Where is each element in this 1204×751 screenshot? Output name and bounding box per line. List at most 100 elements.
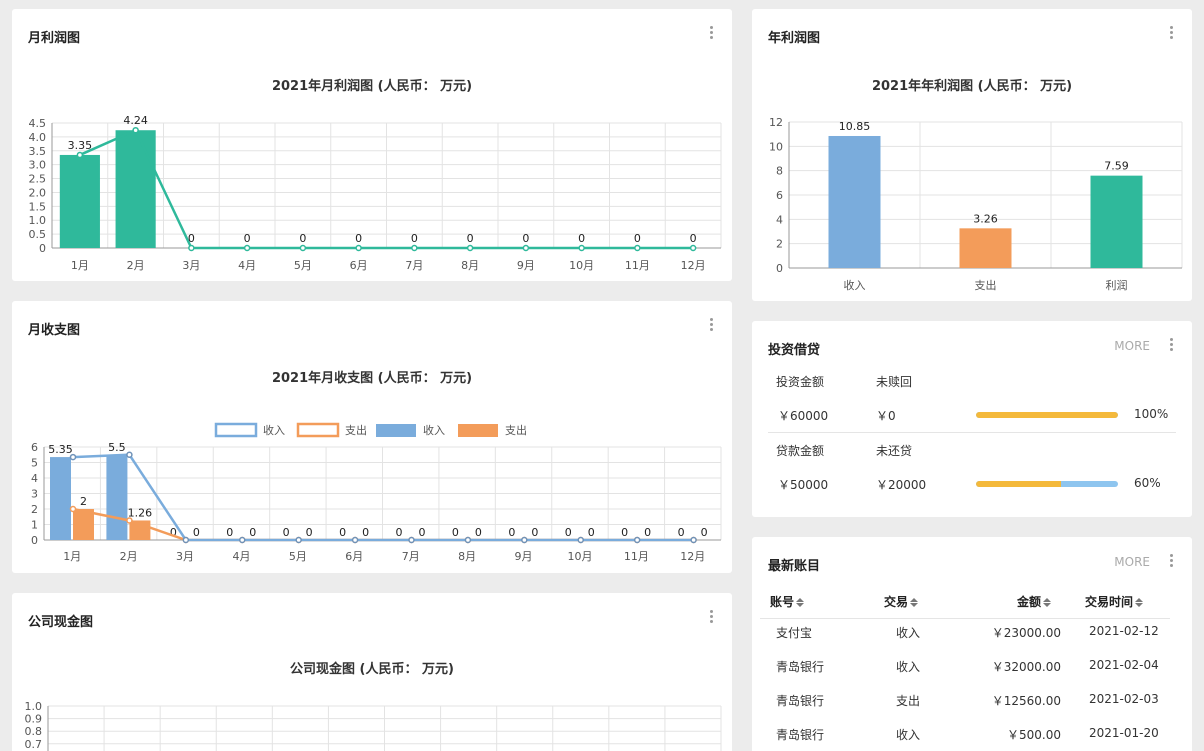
data-label: 7.59 (1104, 160, 1129, 173)
y-tick-label: 1 (31, 519, 38, 532)
line-point (182, 536, 190, 544)
y-tick-label: 0.5 (29, 228, 47, 241)
loan-progress-fill (976, 481, 1062, 487)
divider (768, 432, 1176, 433)
line-point (522, 244, 530, 252)
x-tick-label: 3月 (182, 259, 200, 272)
data-label: 0 (690, 232, 697, 245)
bar (115, 130, 156, 248)
x-tick-label: 12月 (680, 550, 705, 563)
cell-amount: ￥23000.00 (991, 626, 1061, 640)
line-point (577, 536, 584, 544)
data-label: 5.5 (108, 441, 126, 454)
data-label: 0 (396, 526, 403, 539)
investment-card: 投资借贷 MORE 投资金额 未赎回 ￥60000 ￥0 100% 贷款金额 未… (752, 321, 1192, 517)
data-label: 0 (362, 526, 369, 539)
data-label: 0 (452, 526, 459, 539)
x-tick-label: 12月 (681, 259, 706, 272)
investment-remain: ￥0 (876, 409, 896, 423)
line-point (521, 536, 528, 544)
line-point (633, 536, 641, 544)
cell-type: 支出 (896, 694, 921, 708)
y-tick-label: 0.9 (25, 713, 43, 726)
x-tick-label: 收入 (844, 278, 866, 292)
data-label: 0 (339, 526, 346, 539)
loan-percent: 60% (1134, 476, 1161, 490)
data-label: 0 (508, 526, 515, 539)
card-title: 投资借贷 (768, 343, 821, 358)
legend-swatch-line (214, 422, 258, 438)
data-label: 0 (678, 526, 685, 539)
cell-amount: ￥500.00 (1007, 728, 1061, 742)
cash-chart: 公司现金图 (人民币： 万元) 0.70.80.91.0 (25, 661, 722, 751)
chart-title: 2021年年利润图 (人民币： 万元) (872, 78, 1072, 94)
card-title: 最新账目 (768, 559, 821, 574)
column-header-amount[interactable]: 金额 (1017, 593, 1052, 610)
cell-type: 收入 (896, 626, 921, 640)
column-header-type[interactable]: 交易 (884, 593, 919, 610)
cell-account: 支付宝 (776, 626, 813, 640)
column-header-label: 金额 (1017, 595, 1042, 609)
x-tick-label: 5月 (289, 550, 307, 563)
more-link[interactable]: MORE (1114, 555, 1150, 569)
y-tick-label: 6 (776, 189, 783, 202)
column-header-account[interactable]: 账号 (770, 593, 805, 610)
annual-profit-chart: 2021年年利润图 (人民币： 万元) 0 2 4 6 8 10 12 10.85 收入 3.26 支… (769, 78, 1183, 292)
sort-icon[interactable] (796, 598, 805, 607)
line-point (408, 536, 415, 544)
monthly-profit-card: 月利润图 2021年月利润图 (人民币： 万元) 0 0.5 1.0 1.5 2.0 2.5… (12, 9, 732, 281)
loan-remain: ￥20000 (876, 478, 927, 492)
x-tick-label: 4月 (238, 259, 256, 272)
line-point (411, 244, 418, 252)
x-tick-label: 2月 (127, 259, 145, 272)
data-label: 1.26 (128, 506, 153, 519)
cell-type: 收入 (896, 660, 921, 674)
x-tick-label: 6月 (345, 550, 363, 563)
line-point (299, 244, 307, 252)
data-label: 0 (188, 232, 195, 245)
y-tick-label: 1.0 (29, 214, 47, 227)
y-tick-label: 4 (776, 213, 783, 226)
data-label: 0 (701, 526, 708, 539)
x-tick-label: 利润 (1106, 278, 1128, 292)
data-label: 0 (249, 526, 256, 539)
cell-amount: ￥12560.00 (991, 694, 1061, 708)
line-point (295, 536, 302, 544)
legend-swatch-bar (376, 424, 416, 437)
y-tick-label: 2.5 (29, 173, 47, 186)
loan-label2: 未还贷 (876, 444, 913, 458)
data-label: 0 (621, 526, 628, 539)
line-point (126, 451, 133, 458)
data-label: 3.26 (973, 212, 998, 225)
loan-label: 贷款金额 (776, 444, 825, 458)
more-link[interactable]: MORE (1114, 339, 1150, 353)
x-tick-label: 11月 (624, 550, 649, 563)
y-tick-label: 12 (769, 116, 783, 129)
monthly-inout-chart: 2021年月收支图 (人民币： 万元) 收入 支出 收入 支出 0 1 2 3 4 5 6 5.35 5.… (31, 370, 722, 563)
line-point (243, 244, 251, 252)
line-point (69, 453, 77, 461)
y-tick-label: 2 (31, 503, 38, 516)
y-tick-label: 0 (31, 534, 38, 547)
more-options-icon[interactable] (1170, 338, 1174, 352)
legend-label: 收入 (423, 423, 445, 437)
legend-label: 支出 (345, 423, 367, 437)
monthly-inout-card: 月收支图 2021年月收支图 (人民币： 万元) 收入 支出 收入 支出 0 1 2 3 4 5 6 5… (12, 301, 732, 573)
sort-icon[interactable] (1135, 598, 1144, 607)
monthly-profit-chart: 2021年月利润图 (人民币： 万元)00.51.01.52.02.53.03.… (29, 78, 722, 272)
data-label: 0 (531, 526, 538, 539)
x-tick-label: 5月 (294, 259, 312, 272)
chart-title: 2021年月利润图 (人民币： 万元) (272, 78, 472, 94)
cell-date: 2021-01-20 (1089, 726, 1159, 740)
line-point (351, 536, 359, 544)
data-label: 0 (306, 526, 313, 539)
x-tick-label: 9月 (515, 550, 533, 563)
sort-icon[interactable] (1043, 598, 1052, 607)
data-label: 0 (634, 232, 641, 245)
line-point (188, 244, 195, 252)
bar (59, 154, 100, 248)
column-header-date[interactable]: 交易时间 (1085, 593, 1144, 610)
more-options-icon[interactable] (1170, 554, 1174, 568)
sort-icon[interactable] (910, 598, 919, 607)
cash-card: 公司现金图 公司现金图 (人民币： 万元) 0.7 0.8 0.9 1.0 (12, 593, 732, 751)
